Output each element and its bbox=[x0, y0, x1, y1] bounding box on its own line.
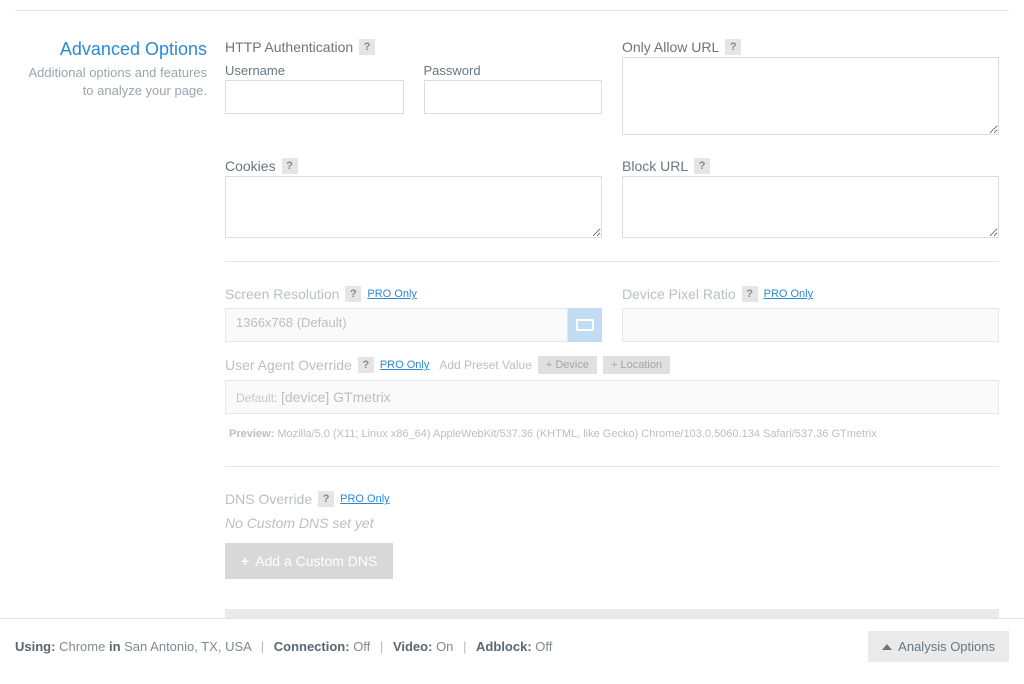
help-icon[interactable]: ? bbox=[318, 491, 334, 507]
separator: | bbox=[380, 639, 383, 654]
screen-resolution-text: Screen Resolution bbox=[225, 286, 339, 302]
add-custom-dns-button: + Add a Custom DNS bbox=[225, 543, 393, 579]
connection-value: Off bbox=[353, 639, 370, 654]
ua-default-prefix: Default: bbox=[236, 391, 277, 405]
main-form: HTTP Authentication ? Username Password bbox=[225, 39, 1009, 642]
help-icon[interactable]: ? bbox=[358, 357, 374, 373]
pro-only-link[interactable]: PRO Only bbox=[764, 288, 814, 300]
user-agent-preview: Preview: Mozilla/5.0 (X11; Linux x86_64)… bbox=[229, 428, 999, 440]
help-icon[interactable]: ? bbox=[345, 286, 361, 302]
password-label: Password bbox=[424, 63, 603, 78]
in-label: in bbox=[109, 639, 121, 654]
user-agent-label: User Agent Override ? PRO Only Add Prese… bbox=[225, 356, 999, 374]
location-value: San Antonio, TX, USA bbox=[124, 639, 251, 654]
add-location-button: + Location bbox=[603, 356, 670, 374]
only-allow-url-textarea[interactable] bbox=[622, 57, 999, 135]
screen-resolution-label: Screen Resolution ? PRO Only bbox=[225, 286, 602, 302]
add-dns-label: Add a Custom DNS bbox=[255, 553, 377, 569]
divider bbox=[225, 466, 999, 467]
dns-text: DNS Override bbox=[225, 491, 312, 507]
connection-label: Connection: bbox=[274, 639, 350, 654]
device-pixel-ratio-label: Device Pixel Ratio ? PRO Only bbox=[622, 286, 999, 302]
advanced-options-panel: Advanced Options Additional options and … bbox=[15, 10, 1009, 642]
ua-device-value: [device] GTmetrix bbox=[281, 389, 391, 405]
only-allow-url-label: Only Allow URL ? bbox=[622, 39, 999, 55]
screen-resolution-select: 1366x768 (Default) bbox=[225, 308, 568, 342]
browser-value: Chrome bbox=[59, 639, 105, 654]
adblock-value: Off bbox=[535, 639, 552, 654]
help-icon[interactable]: ? bbox=[694, 158, 710, 174]
video-value: On bbox=[436, 639, 453, 654]
separator: | bbox=[261, 639, 264, 654]
device-pixel-ratio-select bbox=[622, 308, 999, 342]
user-agent-input: Default: [device] GTmetrix bbox=[225, 380, 999, 414]
password-input[interactable] bbox=[424, 80, 603, 114]
pro-only-link[interactable]: PRO Only bbox=[367, 288, 417, 300]
dns-override-label: DNS Override ? PRO Only bbox=[225, 491, 999, 507]
help-icon[interactable]: ? bbox=[282, 158, 298, 174]
pro-only-link[interactable]: PRO Only bbox=[380, 359, 430, 371]
help-icon[interactable]: ? bbox=[742, 286, 758, 302]
analysis-options-label: Analysis Options bbox=[898, 639, 995, 654]
http-auth-label: HTTP Authentication ? bbox=[225, 39, 602, 55]
adblock-label: Adblock: bbox=[476, 639, 532, 654]
username-label: Username bbox=[225, 63, 404, 78]
block-url-label: Block URL ? bbox=[622, 158, 999, 174]
block-url-textarea[interactable] bbox=[622, 176, 999, 238]
only-allow-url-text: Only Allow URL bbox=[622, 39, 719, 55]
summary-footer: Using: Chrome in San Antonio, TX, USA | … bbox=[0, 618, 1024, 674]
divider bbox=[225, 261, 999, 262]
http-auth-text: HTTP Authentication bbox=[225, 39, 353, 55]
block-url-text: Block URL bbox=[622, 158, 688, 174]
username-input[interactable] bbox=[225, 80, 404, 114]
dns-empty-state: No Custom DNS set yet bbox=[225, 515, 999, 531]
chevron-up-icon bbox=[882, 644, 892, 650]
pro-only-link[interactable]: PRO Only bbox=[340, 493, 390, 505]
preview-value: Mozilla/5.0 (X11; Linux x86_64) AppleWeb… bbox=[277, 428, 876, 440]
sidebar: Advanced Options Additional options and … bbox=[15, 39, 225, 642]
user-agent-text: User Agent Override bbox=[225, 357, 352, 373]
separator: | bbox=[463, 639, 466, 654]
video-label: Video: bbox=[393, 639, 433, 654]
sidebar-title: Advanced Options bbox=[15, 39, 207, 60]
sidebar-description: Additional options and features to analy… bbox=[15, 64, 207, 100]
cookies-textarea[interactable] bbox=[225, 176, 602, 238]
help-icon[interactable]: ? bbox=[359, 39, 375, 55]
add-preset-label: Add Preset Value bbox=[439, 358, 532, 372]
monitor-icon bbox=[568, 308, 602, 342]
summary-text: Using: Chrome in San Antonio, TX, USA | … bbox=[15, 639, 552, 654]
preview-label: Preview: bbox=[229, 428, 274, 440]
cookies-label: Cookies ? bbox=[225, 158, 602, 174]
using-label: Using: bbox=[15, 639, 55, 654]
plus-icon: + bbox=[241, 553, 249, 569]
analysis-options-button[interactable]: Analysis Options bbox=[868, 631, 1009, 662]
help-icon[interactable]: ? bbox=[725, 39, 741, 55]
add-device-button: + Device bbox=[538, 356, 597, 374]
dpr-text: Device Pixel Ratio bbox=[622, 286, 736, 302]
cookies-text: Cookies bbox=[225, 158, 276, 174]
